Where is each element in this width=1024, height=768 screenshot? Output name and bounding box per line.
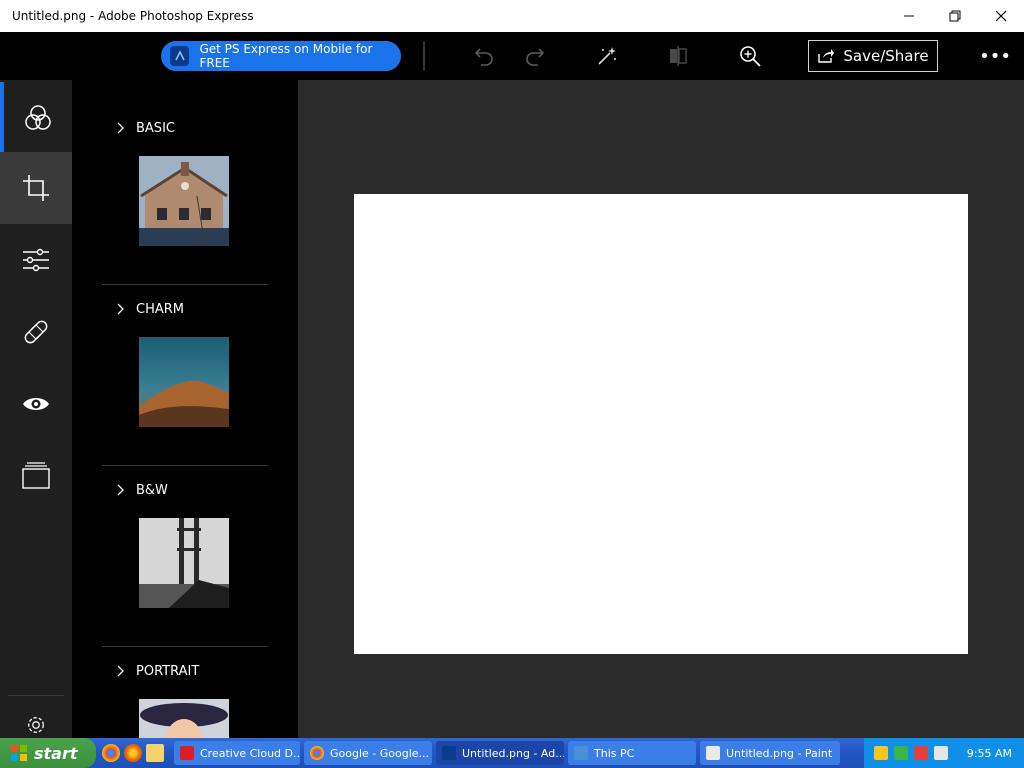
computer-icon (574, 746, 588, 760)
undo-button[interactable] (472, 44, 496, 68)
crop-icon (23, 175, 49, 201)
workspace (298, 80, 1024, 738)
redo-icon (526, 48, 545, 66)
minimize-button[interactable] (886, 0, 932, 32)
auto-fix-icon (598, 47, 616, 65)
rail-item-adjustments[interactable] (0, 224, 72, 296)
section-divider (102, 284, 268, 285)
section-header-bw[interactable]: B&W (102, 480, 268, 500)
creative-cloud-icon (180, 746, 194, 760)
ps-express-icon (170, 46, 190, 66)
rail-item-looks[interactable] (0, 82, 72, 154)
get-mobile-app-button[interactable]: Get PS Express on Mobile for FREE (161, 41, 401, 71)
firefox-icon[interactable] (124, 744, 142, 762)
chevron-right-icon (117, 484, 124, 496)
borders-icon (22, 462, 50, 489)
chrome-icon (310, 746, 324, 760)
section-divider (102, 646, 268, 647)
search-icon[interactable] (874, 746, 888, 760)
charm-thumbnail[interactable] (139, 337, 229, 427)
chevron-right-icon (117, 122, 124, 134)
ps-express-icon (442, 746, 456, 760)
portrait-thumbnail[interactable] (139, 699, 229, 738)
task-paint[interactable]: Untitled.png - Paint (700, 741, 840, 765)
red-eye-icon (23, 398, 49, 410)
task-this-pc[interactable]: This PC (568, 741, 696, 765)
section-divider (102, 465, 268, 466)
start-label: start (34, 743, 78, 763)
title-bar: Untitled.png - Adobe Photoshop Express (0, 0, 1024, 32)
tool-rail (0, 80, 72, 738)
task-label: Creative Cloud D... (200, 746, 300, 760)
auto-fix-button[interactable] (595, 44, 619, 68)
paint-icon (706, 746, 720, 760)
restore-button[interactable] (932, 0, 978, 32)
clock[interactable]: 9:55 AM (967, 747, 1012, 760)
section-label: BASIC (136, 120, 175, 136)
system-tray: 9:55 AM (864, 738, 1024, 768)
section-label: B&W (136, 482, 168, 498)
rail-item-crop[interactable] (0, 152, 72, 224)
undo-icon (474, 48, 493, 66)
volume-icon[interactable] (934, 746, 948, 760)
minimize-icon (904, 15, 914, 17)
task-label: Untitled.png - Ad... (462, 746, 564, 760)
close-icon (995, 10, 1007, 22)
save-share-button[interactable]: Save/Share (808, 40, 938, 72)
more-options-button[interactable]: ••• (979, 44, 1011, 68)
rail-item-healing[interactable] (0, 296, 72, 368)
image-canvas[interactable] (354, 194, 968, 654)
close-button[interactable] (978, 0, 1024, 32)
quick-launch (96, 744, 170, 762)
looks-icon (25, 105, 51, 130)
chrome-icon[interactable] (102, 744, 120, 762)
windows-taskbar: start Creative Cloud D... Google - Googl… (0, 738, 1024, 768)
windows-logo-icon (11, 745, 27, 761)
filter-section-charm: CHARM (102, 299, 268, 466)
basic-thumbnail[interactable] (139, 156, 229, 246)
section-label: CHARM (136, 301, 184, 317)
start-button[interactable]: start (0, 738, 96, 768)
chevron-right-icon (117, 665, 124, 677)
task-label: This PC (594, 746, 635, 760)
looks-panel: BASIC CHARM B&W PORTRAIT (72, 80, 298, 738)
task-photoshop-express[interactable]: Untitled.png - Ad... (436, 741, 564, 765)
section-header-portrait[interactable]: PORTRAIT (102, 661, 268, 681)
section-header-charm[interactable]: CHARM (102, 299, 268, 319)
task-label: Google - Google... (330, 746, 430, 760)
section-label: PORTRAIT (136, 663, 200, 679)
rail-item-settings[interactable] (0, 698, 72, 738)
network-icon[interactable] (894, 746, 908, 760)
main-toolbar: Get PS Express on Mobile for FREE Save/S… (0, 32, 1024, 80)
window-title: Untitled.png - Adobe Photoshop Express (12, 9, 254, 23)
compare-icon (670, 46, 687, 66)
toolbar-divider (423, 42, 425, 70)
filter-section-basic: BASIC (102, 118, 268, 285)
compare-button[interactable] (666, 44, 690, 68)
filter-section-portrait: PORTRAIT (102, 661, 268, 738)
promo-label: Get PS Express on Mobile for FREE (199, 42, 373, 70)
redo-button[interactable] (523, 44, 547, 68)
zoom-icon (740, 46, 761, 67)
settings-icon (28, 717, 44, 733)
task-google-chrome[interactable]: Google - Google... (304, 741, 432, 765)
folder-icon[interactable] (146, 744, 164, 762)
restore-icon (949, 10, 961, 22)
task-creative-cloud[interactable]: Creative Cloud D... (174, 741, 300, 765)
rail-divider (8, 695, 64, 696)
adjustments-icon (23, 248, 49, 272)
zoom-button[interactable] (738, 44, 762, 68)
share-icon (818, 49, 835, 63)
rail-item-red-eye[interactable] (0, 368, 72, 440)
save-share-label: Save/Share (843, 47, 929, 65)
bw-thumbnail[interactable] (139, 518, 229, 608)
filter-section-bw: B&W (102, 480, 268, 647)
task-label: Untitled.png - Paint (726, 746, 833, 760)
section-header-basic[interactable]: BASIC (102, 118, 268, 138)
rail-item-borders[interactable] (0, 440, 72, 512)
healing-icon (24, 320, 48, 344)
security-icon[interactable] (914, 746, 928, 760)
chevron-right-icon (117, 303, 124, 315)
